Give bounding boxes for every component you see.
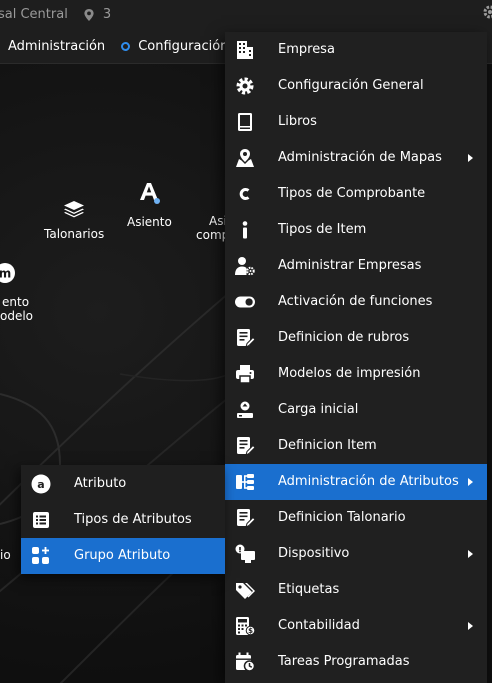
- tile-talonarios[interactable]: Talonarios: [44, 200, 104, 241]
- edit-doc-icon: [235, 436, 255, 456]
- menu-item-carga-inicial[interactable]: Carga inicial: [225, 392, 487, 428]
- layers-icon: [44, 200, 104, 221]
- menu-item-label: Definicion de rubros: [278, 330, 410, 345]
- settings-gear-icon[interactable]: [482, 4, 492, 20]
- svg-text:a: a: [37, 478, 44, 491]
- letter-a-bold-icon: [127, 180, 172, 209]
- info-icon: [235, 220, 255, 240]
- chevron-right-icon: [468, 550, 473, 558]
- svg-text:$: $: [248, 627, 253, 635]
- top-status-bar: sal Central 3: [0, 0, 492, 29]
- nav-configuracion[interactable]: Configuración: [138, 39, 228, 54]
- menu-item-label: Empresa: [278, 42, 335, 57]
- menu-item-label: Tipos de Item: [278, 222, 367, 237]
- menu-item-etiquetas[interactable]: Etiquetas: [225, 572, 487, 608]
- menu-item-label: Tareas Programadas: [278, 654, 410, 669]
- branch-name[interactable]: sal Central: [0, 7, 68, 22]
- building-icon: [235, 40, 255, 60]
- nav-administracion[interactable]: Administración: [8, 39, 105, 54]
- menu-item-label: Tipos de Comprobante: [278, 186, 426, 201]
- chevron-right-icon: [468, 154, 473, 162]
- menu-item-label: Definicion Item: [278, 438, 377, 453]
- menu-item-label: Administrar Empresas: [278, 258, 422, 273]
- device-icon: [235, 544, 255, 564]
- menu-item-label: Contabilidad: [278, 618, 360, 633]
- menu-item-tareas-programadas[interactable]: Tareas Programadas: [225, 644, 487, 680]
- tile-asiento-label: Asiento: [127, 215, 172, 229]
- menu-item-label: Dispositivo: [278, 546, 350, 561]
- sitemap-icon: [235, 472, 255, 492]
- submenu-item-atributo[interactable]: a Atributo: [21, 466, 225, 502]
- submenu-item-label: Atributo: [74, 476, 127, 491]
- menu-item-tipos-de-item[interactable]: Tipos de Item: [225, 212, 487, 248]
- configuracion-dropdown-menu: Empresa Configuración General Libros Adm…: [225, 32, 487, 683]
- chevron-right-icon: [468, 622, 473, 630]
- menu-item-label: Administración de Mapas: [278, 150, 442, 165]
- tile-talonarios-label: Talonarios: [44, 227, 105, 241]
- tile-asiento-modelo-line2: odelo: [0, 309, 34, 323]
- nav-active-indicator-icon: [121, 41, 131, 51]
- calendar-clock-icon: [235, 652, 255, 672]
- menu-item-label: Modelos de impresión: [278, 366, 421, 381]
- tile-asiento-modelo[interactable]: m ento odelo: [0, 262, 33, 323]
- menu-item-dispositivo[interactable]: Dispositivo: [225, 536, 487, 572]
- tags-icon: [235, 580, 255, 600]
- submenu-item-label: Grupo Atributo: [74, 548, 171, 563]
- book-icon: [235, 112, 255, 132]
- calculator-icon: $: [235, 616, 255, 636]
- grid-plus-icon: [31, 546, 51, 566]
- menu-item-label: Activación de funciones: [278, 294, 433, 309]
- letter-a-circle-icon: a: [31, 474, 51, 494]
- menu-item-empresa[interactable]: Empresa: [225, 32, 487, 68]
- tile-asiento[interactable]: Asiento: [127, 180, 172, 229]
- upload-icon: [235, 400, 255, 420]
- menu-item-label: Carga inicial: [278, 402, 359, 417]
- menu-item-label: Configuración General: [278, 78, 424, 93]
- menu-item-definicion-de-rubros[interactable]: Definicion de rubros: [225, 320, 487, 356]
- menu-item-libros[interactable]: Libros: [225, 104, 487, 140]
- menu-item-administrar-empresas[interactable]: Administrar Empresas: [225, 248, 487, 284]
- menu-item-definicion-item[interactable]: Definicion Item: [225, 428, 487, 464]
- menu-item-tipos-de-comprobante[interactable]: Tipos de Comprobante: [225, 176, 487, 212]
- menu-item-label: Administración de Atributos: [278, 474, 459, 489]
- submenu-item-grupo-atributo[interactable]: Grupo Atributo: [21, 538, 225, 574]
- location-pin-icon[interactable]: [82, 8, 96, 22]
- list-icon: [31, 510, 51, 530]
- chevron-right-icon: [468, 478, 473, 486]
- map-marker-icon: [235, 148, 255, 168]
- letter-c-icon: [235, 184, 255, 204]
- tile-partial-left-label: io: [0, 548, 11, 562]
- submenu-item-tipos-de-atributos[interactable]: Tipos de Atributos: [21, 502, 225, 538]
- menu-item-definicion-talonario[interactable]: Definicion Talonario: [225, 500, 487, 536]
- toggle-icon: [235, 292, 255, 312]
- menu-item-label: Libros: [278, 114, 317, 129]
- printer-icon: [235, 364, 255, 384]
- letter-m-circle-icon: m: [0, 262, 33, 287]
- menu-item-label: Etiquetas: [278, 582, 340, 597]
- menu-item-contabilidad[interactable]: $ Contabilidad: [225, 608, 487, 644]
- menu-item-configuracion-general[interactable]: Configuración General: [225, 68, 487, 104]
- gear-icon: [235, 76, 255, 96]
- tile-asiento-modelo-line1: ento: [2, 295, 30, 309]
- menu-item-administracion-de-mapas[interactable]: Administración de Mapas: [225, 140, 487, 176]
- edit-doc-icon: [235, 328, 255, 348]
- menu-item-activacion-de-funciones[interactable]: Activación de funciones: [225, 284, 487, 320]
- menu-item-label: Definicion Talonario: [278, 510, 406, 525]
- menu-item-administracion-de-atributos[interactable]: Administración de Atributos: [225, 464, 487, 500]
- atributos-submenu: a Atributo Tipos de Atributos Grupo Atri…: [21, 465, 225, 574]
- svg-text:m: m: [0, 267, 11, 281]
- menu-item-modelos-de-impresion[interactable]: Modelos de impresión: [225, 356, 487, 392]
- edit-doc-icon: [235, 508, 255, 528]
- tile-partial-left[interactable]: io: [0, 548, 11, 562]
- submenu-item-label: Tipos de Atributos: [74, 512, 192, 527]
- user-gear-icon: [235, 256, 255, 276]
- location-count: 3: [102, 7, 112, 22]
